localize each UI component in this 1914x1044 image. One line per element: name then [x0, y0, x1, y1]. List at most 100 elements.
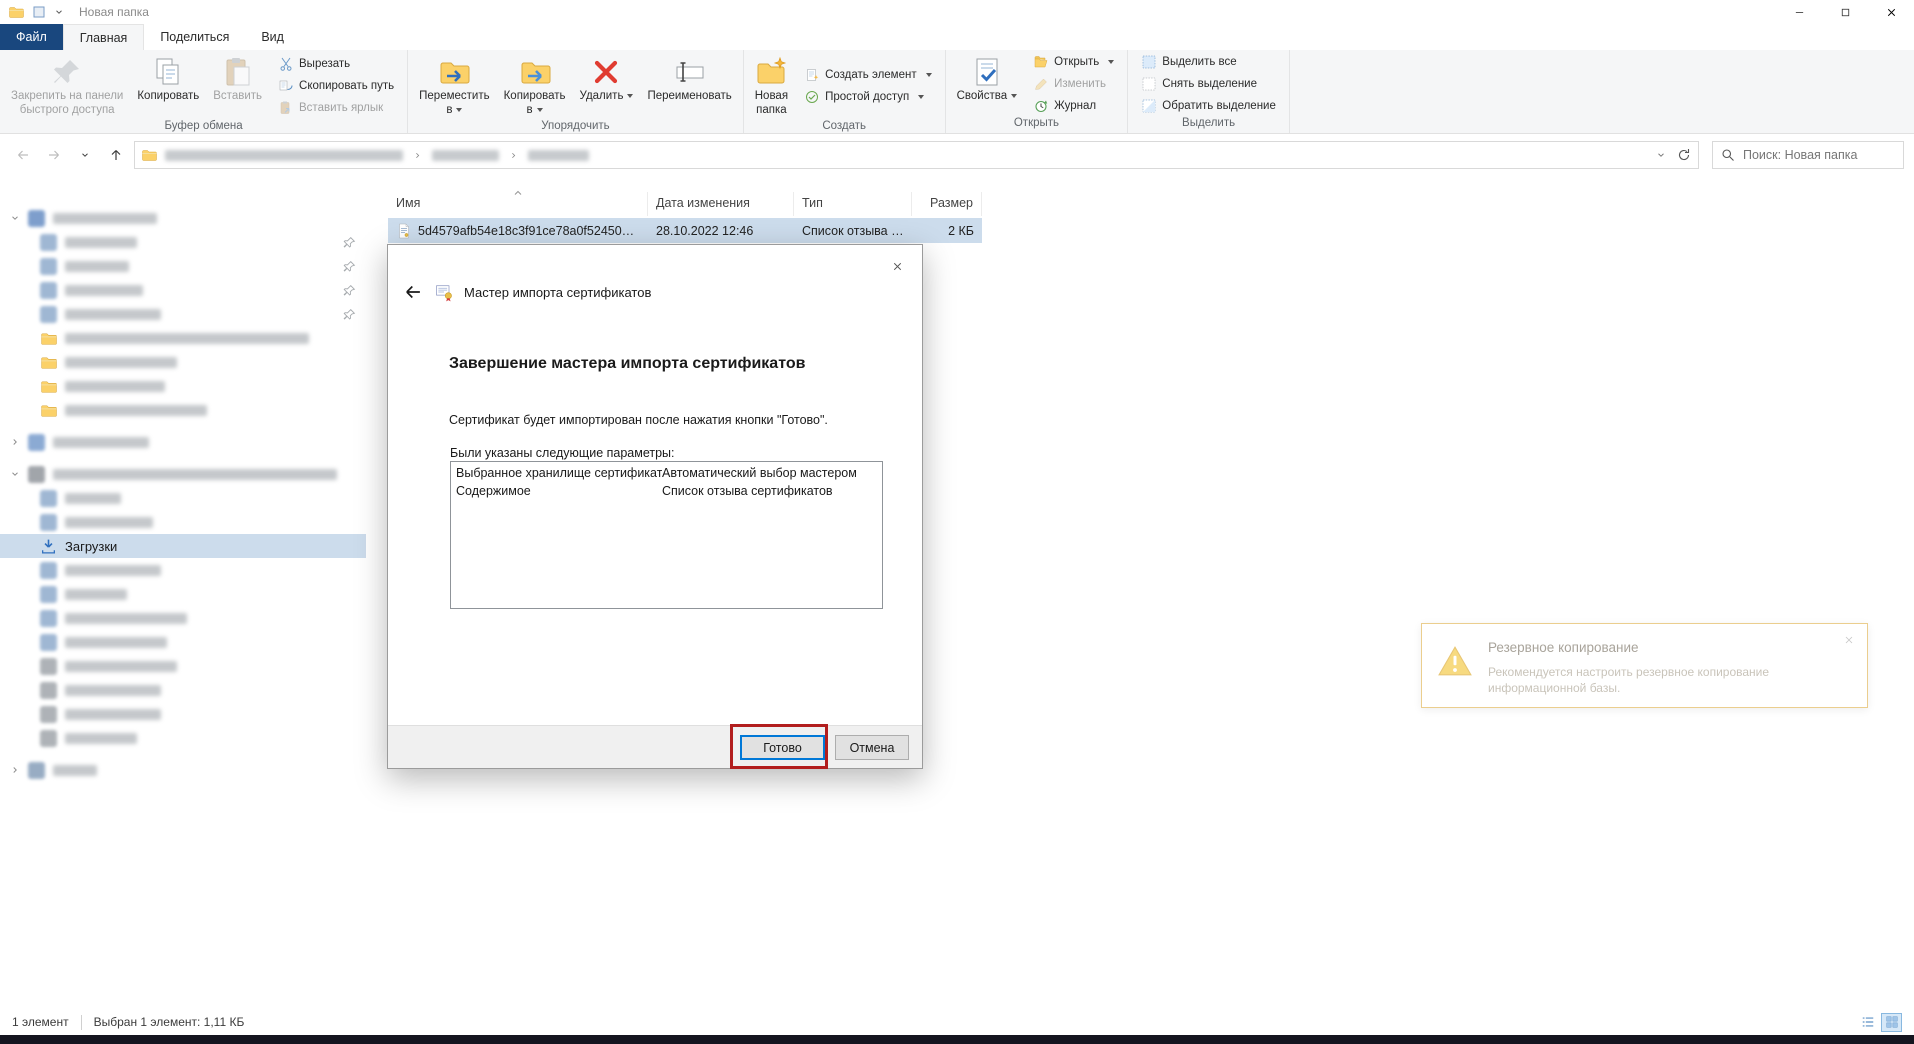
chevron-down-icon: [10, 213, 20, 223]
sidebar-item-redacted[interactable]: [0, 582, 366, 606]
forward-button[interactable]: [41, 142, 67, 168]
paste-shortcut-button[interactable]: Вставить ярлык: [274, 99, 398, 117]
backup-toast-notification[interactable]: Резервное копирование Рекомендуется наст…: [1421, 623, 1868, 708]
invert-selection-icon: [1141, 98, 1157, 114]
new-item-button[interactable]: Создать элемент: [800, 66, 936, 84]
close-button[interactable]: [1868, 0, 1914, 24]
qat-chevron-down-icon[interactable]: [54, 7, 64, 17]
sidebar-item-redacted[interactable]: [0, 758, 366, 782]
blurred-icon: [40, 257, 57, 275]
tab-вид[interactable]: Вид: [245, 24, 300, 50]
up-button[interactable]: [103, 142, 129, 168]
sidebar-item-redacted[interactable]: [0, 398, 366, 422]
sidebar-item-redacted[interactable]: [0, 510, 366, 534]
sidebar-item-redacted[interactable]: [0, 374, 366, 398]
view-large-icons-button[interactable]: [1881, 1012, 1902, 1032]
wizard-back-icon[interactable]: [402, 281, 424, 303]
delete-button[interactable]: Удалить: [573, 52, 641, 119]
sidebar-item-redacted[interactable]: [0, 630, 366, 654]
download-icon: [40, 538, 57, 555]
chevron-down-icon: [10, 469, 20, 479]
quick-access-toolbar-icon[interactable]: [31, 4, 47, 20]
pin-small-icon: [343, 260, 356, 273]
copy-path-button[interactable]: Скопировать путь: [274, 77, 398, 95]
column-header-2[interactable]: Дата изменения: [648, 192, 794, 216]
redacted-label: [53, 764, 97, 776]
history-button[interactable]: Журнал: [1029, 97, 1118, 115]
cut-button[interactable]: Вырезать: [274, 55, 398, 73]
redacted-label: [65, 732, 137, 744]
move-to-button[interactable]: Переместить в: [412, 52, 496, 119]
properties-button[interactable]: Свойства: [950, 52, 1025, 116]
explorer-window: Новая папка Файл Главная Поделиться Вид За…: [0, 0, 1914, 1044]
breadcrumb-segment-redacted[interactable]: [528, 149, 589, 161]
sidebar-item-redacted[interactable]: [0, 430, 366, 454]
copy-to-button[interactable]: Копировать в: [497, 52, 573, 119]
minimize-button[interactable]: [1776, 0, 1822, 24]
invert-selection-button[interactable]: Обратить выделение: [1137, 97, 1280, 115]
tab-поделиться[interactable]: Поделиться: [144, 24, 245, 50]
pin-button[interactable]: Закрепить на панели быстрого доступа: [4, 52, 130, 119]
back-icon: [15, 147, 31, 163]
recent-locations-button[interactable]: [72, 142, 98, 168]
finish-button[interactable]: Готово: [740, 735, 825, 760]
params-listbox[interactable]: Выбранное хранилище сертификатов Автомати…: [450, 461, 883, 609]
address-bar[interactable]: [134, 141, 1699, 169]
toast-close-icon[interactable]: [1843, 634, 1855, 646]
sidebar-item-redacted[interactable]: [0, 302, 366, 326]
tab-file[interactable]: Файл: [0, 24, 63, 50]
blurred-icon: [40, 633, 57, 651]
forward-icon: [46, 147, 62, 163]
sidebar-item-redacted[interactable]: [0, 558, 366, 582]
refresh-icon[interactable]: [1676, 147, 1692, 163]
chevron-right-icon: [509, 151, 518, 160]
sidebar-item-redacted[interactable]: [0, 278, 366, 302]
open-button[interactable]: Открыть: [1029, 53, 1118, 71]
dialog-close-button[interactable]: [884, 255, 910, 277]
file-type: Список отзыва се...: [802, 223, 912, 238]
sidebar-item-redacted[interactable]: [0, 702, 366, 726]
column-header-4[interactable]: Размер: [912, 192, 982, 216]
select-all-button[interactable]: Выделить все: [1137, 53, 1280, 71]
select-none-button[interactable]: Снять выделение: [1137, 75, 1280, 93]
sort-ascending-icon[interactable]: [512, 186, 524, 198]
view-switcher: [1857, 1012, 1902, 1032]
sidebar-item-redacted[interactable]: [0, 486, 366, 510]
delete-icon: [590, 56, 622, 88]
sidebar-item-redacted[interactable]: [0, 206, 366, 230]
column-header-3[interactable]: Тип: [794, 192, 912, 216]
paste-button[interactable]: Вставить: [206, 52, 269, 119]
taskbar-edge: [0, 1035, 1914, 1044]
easy-access-button[interactable]: Простой доступ: [800, 88, 936, 106]
breadcrumb-segment-redacted[interactable]: [432, 149, 499, 161]
sidebar-item-redacted[interactable]: [0, 350, 366, 374]
cancel-button[interactable]: Отмена: [835, 735, 909, 760]
sidebar-item-redacted[interactable]: [0, 678, 366, 702]
sidebar-item-загрузки[interactable]: Загрузки: [0, 534, 366, 558]
sidebar-item-redacted[interactable]: [0, 726, 366, 750]
sidebar-item-redacted[interactable]: [0, 606, 366, 630]
breadcrumb-segment-redacted[interactable]: [165, 149, 403, 161]
new-folder-button[interactable]: Новая папка: [748, 52, 795, 119]
sidebar-item-redacted[interactable]: [0, 326, 366, 350]
sidebar-item-redacted[interactable]: [0, 462, 366, 486]
file-row[interactable]: 5d4579afb54e18c3f91ce78a0f524504ca28... 2…: [388, 218, 982, 243]
edit-button[interactable]: Изменить: [1029, 75, 1118, 93]
view-details-button[interactable]: [1857, 1013, 1878, 1032]
select-none-icon: [1141, 76, 1157, 92]
back-button[interactable]: [10, 142, 36, 168]
tab-главная[interactable]: Главная: [62, 24, 145, 50]
rename-button[interactable]: Переименовать: [640, 52, 738, 119]
navigation-pane: Загрузки: [0, 176, 366, 1009]
easy-access-icon: [804, 89, 820, 105]
edit-icon: [1033, 76, 1049, 92]
address-history-chevron-icon[interactable]: [1656, 150, 1666, 160]
maximize-button[interactable]: [1822, 0, 1868, 24]
dialog-header: Мастер импорта сертификатов: [402, 281, 651, 303]
sidebar-item-redacted[interactable]: [0, 230, 366, 254]
copy-button[interactable]: Копировать: [130, 52, 206, 119]
search-input[interactable]: Поиск: Новая папка: [1712, 141, 1904, 169]
redacted-label: [65, 588, 127, 600]
sidebar-item-redacted[interactable]: [0, 254, 366, 278]
sidebar-item-redacted[interactable]: [0, 654, 366, 678]
